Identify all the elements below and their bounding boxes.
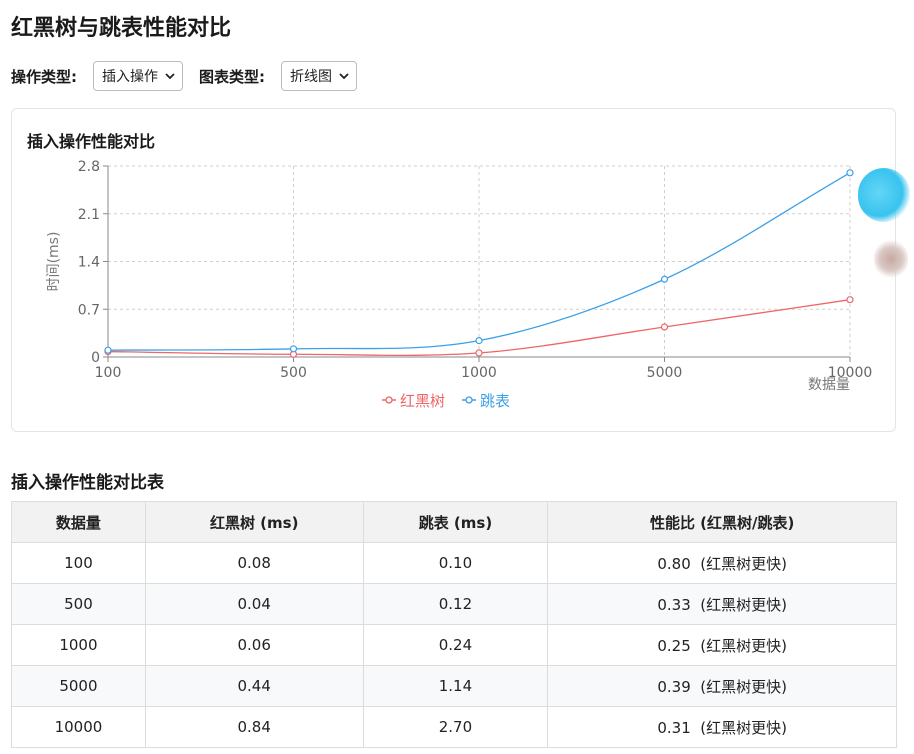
y-tick-label: 0 xyxy=(91,350,100,366)
table-cell: 5000 xyxy=(11,665,146,707)
table-cell: 0.10 xyxy=(362,542,549,584)
column-header: 跳表 (ms) xyxy=(362,501,549,543)
data-point xyxy=(104,346,112,354)
operation-type-value: 插入操作 xyxy=(102,69,158,85)
table-cell: 500 xyxy=(11,583,146,625)
floating-avatar-icon[interactable] xyxy=(874,240,908,278)
legend-swatch-marker xyxy=(465,396,473,404)
table-row: 5000 0.44 1.14 0.39 (红黑树更快) xyxy=(11,665,897,707)
legend-label: 红黑树 xyxy=(400,392,445,410)
chart-type-value: 折线图 xyxy=(290,69,332,85)
table-cell: 0.08 xyxy=(144,542,364,584)
column-header: 数据量 xyxy=(11,501,146,543)
data-point xyxy=(660,323,669,331)
line-chart: 00.71.42.12.8100 500 1000 5000 10000时间(ms)数据… xyxy=(46,159,872,410)
chevron-down-icon xyxy=(165,73,175,80)
legend-label: 跳表 xyxy=(480,392,510,410)
legend-swatch-marker xyxy=(385,396,393,404)
table-cell: 0.33 (红黑树更快) xyxy=(547,583,897,625)
table-cell: 10000 xyxy=(11,706,146,748)
table-title: 插入操作性能对比表 xyxy=(11,473,164,493)
column-header: 红黑树 (ms) xyxy=(144,501,364,543)
table-row: 10000 0.84 2.70 0.31 (红黑树更快) xyxy=(11,706,897,748)
data-point xyxy=(475,349,483,357)
chart-card: 插入操作性能对比 0 0.7 1.4 2.1 2.8 100 500 1000 5000 1000… xyxy=(11,108,896,432)
table-cell: 0.06 xyxy=(144,624,364,666)
x-tick-label: 1000 xyxy=(461,365,497,381)
y-axis-label: 时间(ms) xyxy=(46,232,62,292)
table-row: 100 0.08 0.10 0.80 (红黑树更快) xyxy=(11,542,897,584)
comparison-table: 数据量 红黑树 (ms) 跳表 (ms) 性能比 (红黑树/跳表) 100 0.… xyxy=(11,501,897,748)
x-axis-label: 数据量 xyxy=(808,377,850,393)
table-cell: 100 xyxy=(11,542,146,584)
table-cell: 0.04 xyxy=(144,583,364,625)
data-point xyxy=(475,337,483,345)
x-tick-label: 500 xyxy=(280,365,307,381)
table-cell: 0.25 (红黑树更快) xyxy=(547,624,897,666)
column-header: 性能比 (红黑树/跳表) xyxy=(547,501,897,543)
chevron-down-icon xyxy=(339,73,349,80)
table-cell: 0.24 xyxy=(362,624,549,666)
data-point xyxy=(289,345,298,353)
table-cell: 1000 xyxy=(11,624,146,666)
table-cell: 0.80 (红黑树更快) xyxy=(547,542,897,584)
table-cell: 1.14 xyxy=(362,665,549,707)
table-cell: 0.44 xyxy=(144,665,364,707)
table-cell: 0.39 (红黑树更快) xyxy=(547,665,897,707)
table-cell: 0.31 (红黑树更快) xyxy=(547,706,897,748)
table-cell: 2.70 xyxy=(362,706,549,748)
page-title: 红黑树与跳表性能对比 xyxy=(11,16,232,41)
chart-type-select[interactable]: 折线图 xyxy=(281,61,357,91)
data-point xyxy=(846,296,854,304)
floating-assistant-icon[interactable] xyxy=(858,168,910,222)
x-tick-label: 100 xyxy=(95,365,122,381)
y-tick-label: 1.4 xyxy=(78,255,100,271)
table-row: 1000 0.06 0.24 0.25 (红黑树更快) xyxy=(11,624,897,666)
table-cell: 0.84 xyxy=(144,706,364,748)
table-cell: 0.12 xyxy=(362,583,549,625)
operation-type-select[interactable]: 插入操作 xyxy=(93,61,183,91)
operation-type-label: 操作类型: xyxy=(11,67,77,86)
chart-type-label: 图表类型: xyxy=(199,67,265,86)
data-point xyxy=(660,275,669,283)
table-row: 500 0.04 0.12 0.33 (红黑树更快) xyxy=(11,583,897,625)
y-tick-label: 2.8 xyxy=(78,159,100,175)
controls-bar: 操作类型: 插入操作 图表类型: 折线图 xyxy=(11,60,373,92)
table-header-row: 数据量 红黑树 (ms) 跳表 (ms) 性能比 (红黑树/跳表) xyxy=(11,501,897,543)
y-tick-label: 0.7 xyxy=(78,302,100,318)
y-tick-label: 2.1 xyxy=(78,207,100,223)
data-point xyxy=(846,169,854,177)
x-tick-label: 5000 xyxy=(647,365,683,381)
